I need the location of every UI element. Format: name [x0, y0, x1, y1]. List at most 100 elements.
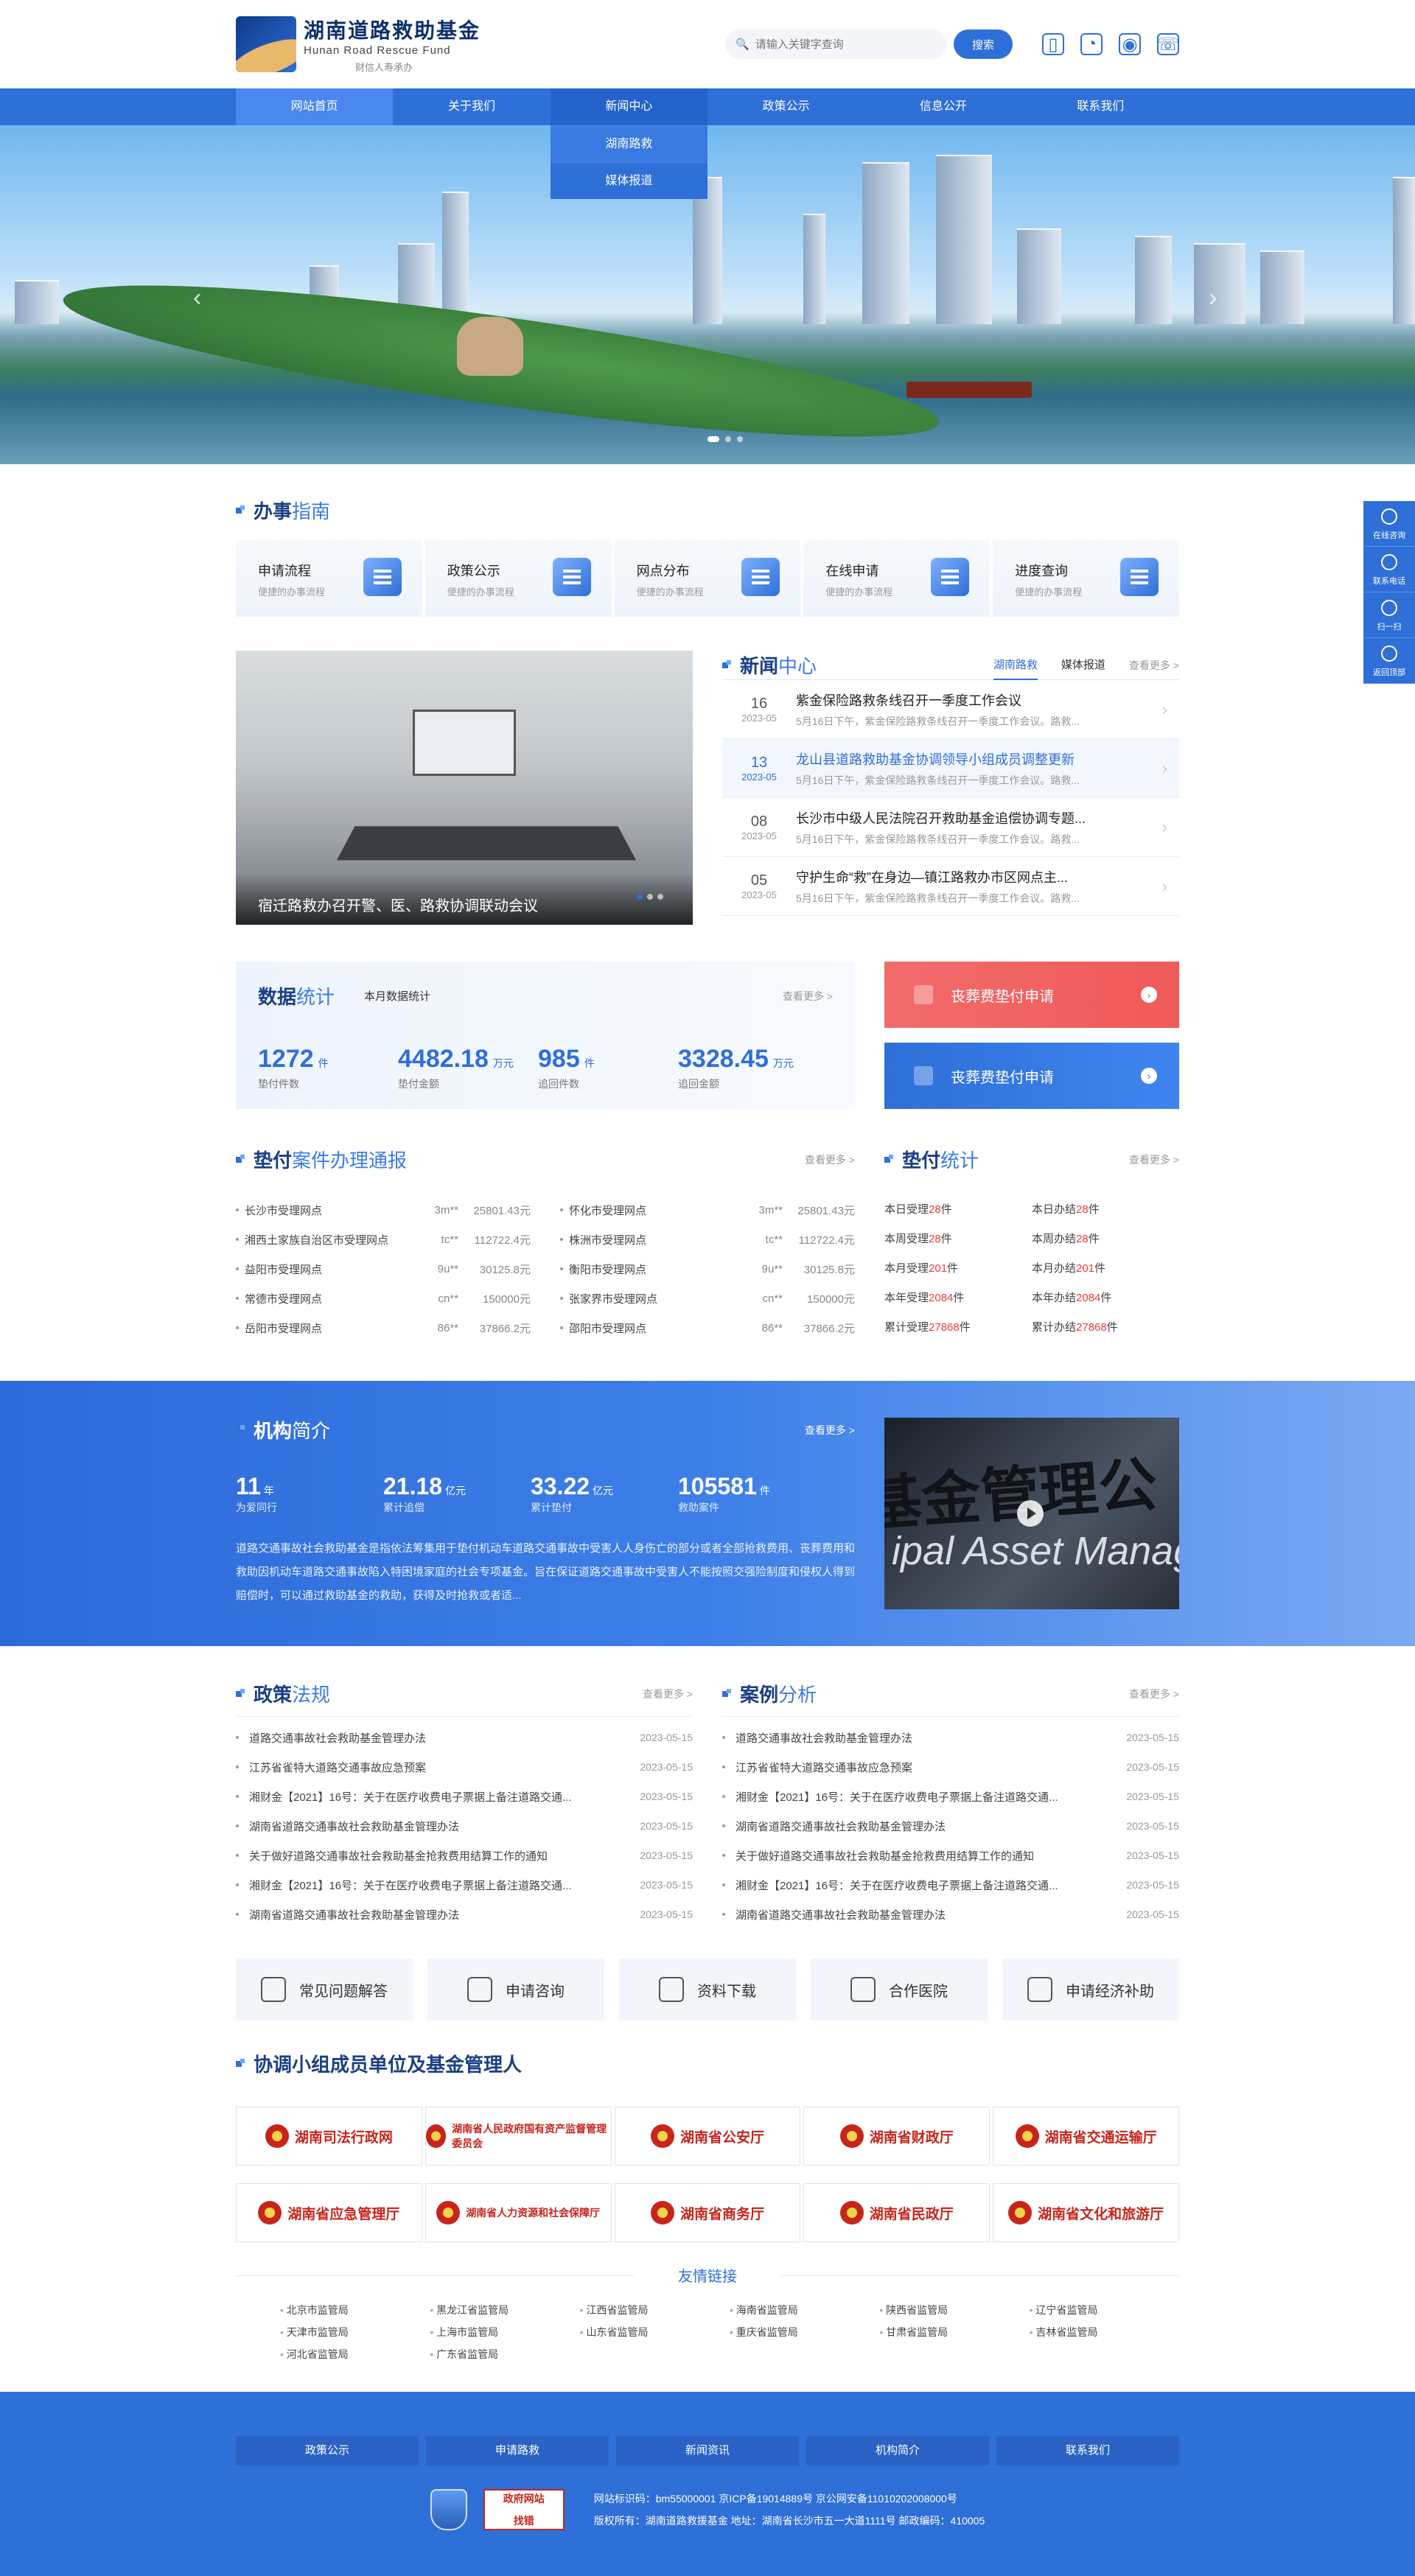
member-logo[interactable]: 湖南省交通运输厅 — [993, 2107, 1179, 2166]
nav-about[interactable]: 关于我们 — [393, 88, 550, 125]
friend-link[interactable]: 黑龙江省监管局 — [430, 2299, 579, 2321]
case-row[interactable]: 常德市受理网点 cn** 150000元 — [236, 1284, 531, 1313]
friend-link[interactable]: 山东省监管局 — [580, 2321, 730, 2343]
case-analysis-more-link[interactable]: 查看更多 > — [1129, 1687, 1179, 1701]
news-photo-carousel[interactable]: 宿迁路救办召开警、医、路救协调联动会议 — [236, 651, 693, 925]
case-row[interactable]: 益阳市受理网点 9u** 30125.8元 — [236, 1254, 531, 1284]
footer-nav-item[interactable]: 机构简介 — [806, 2436, 989, 2465]
member-logo[interactable]: 湖南省商务厅 — [614, 2183, 801, 2242]
service-online-apply[interactable]: 在线申请 便捷的办事流程 — [803, 540, 990, 617]
friend-link[interactable]: 辽宁省监管局 — [1030, 2299, 1179, 2321]
tab-media[interactable]: 媒体报道 — [1061, 651, 1105, 680]
member-logo[interactable]: 湖南省民政厅 — [803, 2183, 990, 2242]
friend-link[interactable]: 北京市监管局 — [280, 2299, 430, 2321]
service-progress[interactable]: 进度查询 便捷的办事流程 — [993, 540, 1179, 617]
nav-policy[interactable]: 政策公示 — [708, 88, 864, 125]
side-contact-phone[interactable]: 联系电话 — [1363, 547, 1415, 592]
service-policy[interactable]: 政策公示 便捷的办事流程 — [424, 540, 612, 617]
org-video[interactable]: 基金管理公 ipal Asset Managemen — [884, 1418, 1179, 1609]
case-row[interactable]: 长沙市受理网点 3m** 25801.43元 — [236, 1195, 531, 1225]
photo-dot[interactable] — [637, 894, 643, 900]
banner-next-arrow[interactable]: › — [1209, 284, 1217, 312]
service-apply-process[interactable]: 申请流程 便捷的办事流程 — [236, 540, 422, 617]
friend-link[interactable]: 海南省监管局 — [730, 2299, 879, 2321]
news-item[interactable]: 05 2023-05 守护生命“救”在身边—镇江路救办市区网点主... 5月16日下午… — [722, 857, 1179, 916]
friend-link[interactable]: 吉林省监管局 — [1030, 2321, 1179, 2343]
search-button[interactable]: 搜索 — [954, 29, 1013, 59]
side-back-top[interactable]: 返回顶部 — [1363, 638, 1415, 684]
news-item[interactable]: 16 2023-05 紫金保险路救条线召开一季度工作会议 5月16日下午，紫金保险路救… — [722, 680, 1179, 739]
list-item[interactable]: 湘财金【2021】16号：关于在医疗收费电子票据上备注道路交通... 2023-0… — [722, 1870, 1179, 1900]
news-item[interactable]: 08 2023-05 长沙市中级人民法院召开救助基金追偿协调专题... 5月16日下午… — [722, 798, 1179, 857]
tab-hunan-rescue[interactable]: 湖南路救 — [993, 651, 1038, 680]
quick-download[interactable]: 资料下载 — [619, 1959, 796, 2020]
friend-link[interactable]: 重庆省监管局 — [730, 2321, 879, 2343]
friend-link[interactable]: 江西省监管局 — [580, 2299, 730, 2321]
friend-link[interactable]: 天津市监管局 — [280, 2321, 430, 2343]
list-item[interactable]: 湘财金【2021】16号：关于在医疗收费电子票据上备注道路交通... 2023-0… — [236, 1782, 693, 1811]
nav-home[interactable]: 网站首页 — [236, 88, 394, 125]
stats-more-link[interactable]: 查看更多 > — [783, 989, 833, 1004]
service-outlets[interactable]: 网点分布 便捷的办事流程 — [614, 540, 801, 617]
nav-info[interactable]: 信息公开 — [864, 88, 1021, 125]
case-row[interactable]: 张家界市受理网点 cn** 150000元 — [560, 1284, 855, 1313]
member-logo[interactable]: 湖南省文化和旅游厅 — [993, 2183, 1179, 2242]
footer-nav-item[interactable]: 政策公示 — [236, 2436, 419, 2465]
dstat-more-link[interactable]: 查看更多 > — [1129, 1152, 1179, 1167]
footer-nav-item[interactable]: 联系我们 — [996, 2436, 1179, 2465]
list-item[interactable]: 湖南省道路交通事故社会救助基金管理办法 2023-05-15 — [722, 1900, 1179, 1929]
list-item[interactable]: 道路交通事故社会救助基金管理办法 2023-05-15 — [722, 1723, 1179, 1752]
photo-dot[interactable] — [657, 894, 663, 900]
list-item[interactable]: 江苏省雀特大道路交通事故应急预案 2023-05-15 — [236, 1752, 693, 1782]
friend-link[interactable]: 河北省监管局 — [280, 2343, 430, 2365]
weibo-icon[interactable]: ◉ — [1119, 33, 1141, 55]
banner-prev-arrow[interactable]: ‹ — [193, 284, 201, 312]
member-logo[interactable]: 湖南省人民政府国有资产监督管理委员会 — [424, 2107, 612, 2166]
case-row[interactable]: 湘西土家族自治区市受理网点 tc** 112722.4元 — [236, 1225, 531, 1254]
member-logo[interactable]: 湖南省人力资源和社会保障厅 — [424, 2183, 612, 2242]
list-item[interactable]: 湘财金【2021】16号：关于在医疗收费电子票据上备注道路交通... 2023-0… — [722, 1782, 1179, 1811]
case-row[interactable]: 岳阳市受理网点 86** 37866.2元 — [236, 1313, 531, 1343]
list-item[interactable]: 湘财金【2021】16号：关于在医疗收费电子票据上备注道路交通... 2023-0… — [236, 1870, 693, 1900]
list-item[interactable]: 关于做好道路交通事故社会救助基金抢救费用结算工作的通知 2023-05-15 — [236, 1841, 693, 1870]
nav-news[interactable]: 新闻中心 湖南路救 媒体报道 — [550, 88, 708, 199]
banner-dot[interactable] — [737, 436, 743, 442]
friend-link[interactable]: 陕西省监管局 — [879, 2299, 1029, 2321]
case-row[interactable]: 邵阳市受理网点 86** 37866.2元 — [560, 1313, 855, 1343]
wechat-icon[interactable]: ◔ — [1080, 33, 1103, 55]
dropdown-item-media[interactable]: 媒体报道 — [550, 162, 708, 199]
quick-subsidy[interactable]: 申请经济补助 — [1002, 1959, 1179, 2020]
list-item[interactable]: 道路交通事故社会救助基金管理办法 2023-05-15 — [236, 1723, 693, 1752]
list-item[interactable]: 江苏省雀特大道路交通事故应急预案 2023-05-15 — [722, 1752, 1179, 1782]
list-item[interactable]: 湖南省道路交通事故社会救助基金管理办法 2023-05-15 — [236, 1811, 693, 1841]
friend-link[interactable]: 上海市监管局 — [430, 2321, 579, 2343]
list-item[interactable]: 湖南省道路交通事故社会救助基金管理办法 2023-05-15 — [236, 1900, 693, 1929]
site-logo[interactable]: 湖南道路救助基金 Hunan Road Rescue Fund 财信人寿承办 — [236, 15, 481, 74]
org-more-link[interactable]: 查看更多 > — [805, 1423, 855, 1438]
police-badge-icon[interactable] — [430, 2489, 467, 2530]
nav-contact[interactable]: 联系我们 — [1022, 88, 1179, 125]
quick-hospital[interactable]: 合作医院 — [811, 1959, 988, 2020]
play-icon[interactable] — [1017, 1500, 1044, 1527]
case-row[interactable]: 怀化市受理网点 3m** 25801.43元 — [560, 1195, 855, 1225]
funeral-apply-button-red[interactable]: 丧葬费垫付申请 › — [884, 962, 1179, 1028]
quick-faq[interactable]: 常见问题解答 — [236, 1959, 413, 2020]
banner-dot[interactable] — [708, 436, 719, 442]
dropdown-item-hunan[interactable]: 湖南路救 — [550, 125, 708, 162]
member-logo[interactable]: 湖南省公安厅 — [614, 2107, 801, 2166]
cases-more-link[interactable]: 查看更多 > — [805, 1152, 855, 1167]
phone-icon[interactable]: ☏ — [1157, 33, 1179, 55]
case-row[interactable]: 株洲市受理网点 tc** 112722.4元 — [560, 1225, 855, 1254]
gov-site-error-badge[interactable]: 政府网站 找错 — [483, 2489, 565, 2530]
banner-dot[interactable] — [725, 436, 731, 442]
footer-nav-item[interactable]: 申请路救 — [426, 2436, 609, 2465]
case-row[interactable]: 衡阳市受理网点 9u** 30125.8元 — [560, 1254, 855, 1284]
news-more-link[interactable]: 查看更多 > — [1129, 658, 1179, 673]
quick-consult[interactable]: 申请咨询 — [427, 1959, 604, 2020]
policy-more-link[interactable]: 查看更多 > — [643, 1687, 693, 1701]
member-logo[interactable]: 湖南司法行政网 — [236, 2107, 422, 2166]
side-online-consult[interactable]: 在线咨询 — [1363, 501, 1415, 547]
side-qrcode[interactable]: 扫一扫 — [1363, 592, 1415, 638]
photo-dot[interactable] — [647, 894, 653, 900]
list-item[interactable]: 关于做好道路交通事故社会救助基金抢救费用结算工作的通知 2023-05-15 — [722, 1841, 1179, 1870]
